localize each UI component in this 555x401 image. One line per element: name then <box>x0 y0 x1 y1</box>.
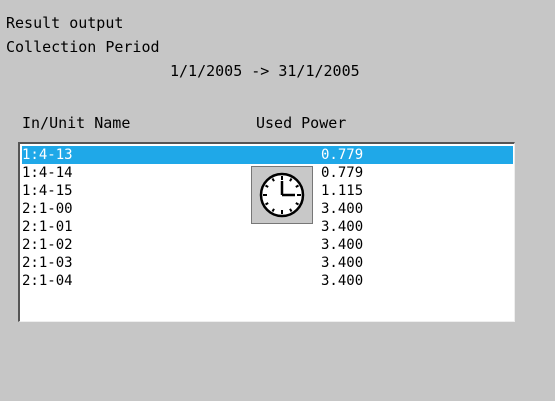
collection-period-range: 1/1/2005 -> 31/1/2005 <box>170 62 360 80</box>
list-item[interactable]: 1:4-13 0.779 <box>22 146 513 164</box>
unit-name: 2:1-02 <box>22 237 73 253</box>
used-power: 0.779 <box>321 147 364 163</box>
unit-name: 1:4-14 <box>22 165 73 181</box>
unit-name: 2:1-03 <box>22 255 73 271</box>
used-power: 3.400 <box>321 201 364 217</box>
list-item[interactable]: 2:1-03 3.400 <box>22 254 513 272</box>
unit-name: 2:1-00 <box>22 201 73 217</box>
used-power: 3.400 <box>321 237 364 253</box>
collection-period-label: Collection Period <box>6 38 160 56</box>
column-header-name: In/Unit Name <box>22 114 131 132</box>
list-item[interactable]: 2:1-04 3.400 <box>22 272 513 290</box>
column-header-power: Used Power <box>256 114 347 132</box>
busy-clock-indicator <box>251 166 313 224</box>
used-power: 3.400 <box>321 273 364 289</box>
used-power: 3.400 <box>321 219 364 235</box>
clock-icon <box>259 172 305 218</box>
unit-name: 1:4-13 <box>22 147 73 163</box>
used-power: 0.779 <box>321 165 364 181</box>
unit-name: 2:1-04 <box>22 273 73 289</box>
unit-name: 2:1-01 <box>22 219 73 235</box>
used-power: 3.400 <box>321 255 364 271</box>
unit-name: 1:4-15 <box>22 183 73 199</box>
result-title: Result output <box>6 14 124 32</box>
used-power: 1.115 <box>321 183 364 199</box>
list-item[interactable]: 2:1-02 3.400 <box>22 236 513 254</box>
